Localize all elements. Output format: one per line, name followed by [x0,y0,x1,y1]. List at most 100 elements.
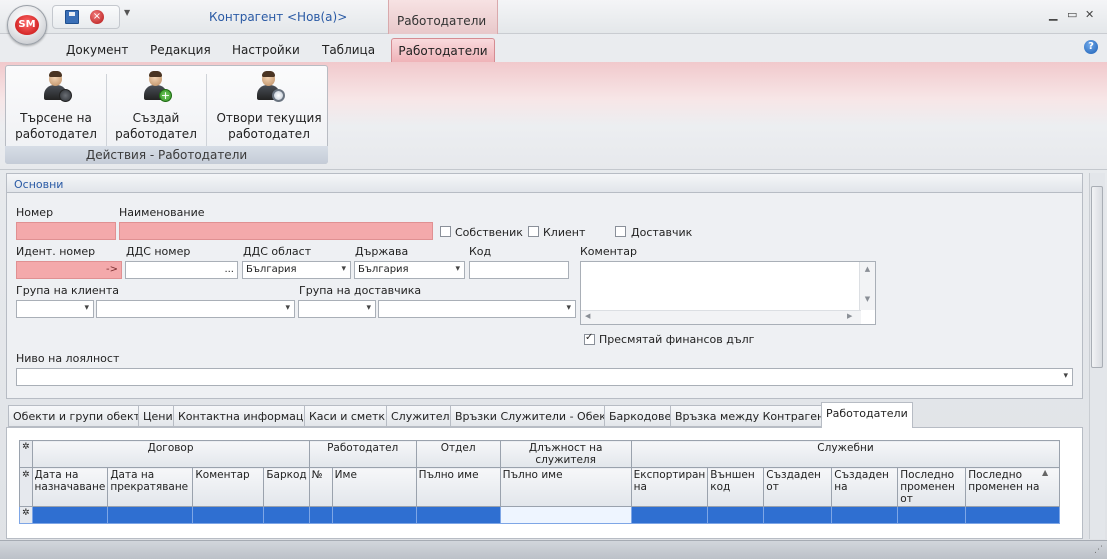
column-header[interactable]: Име [331,467,417,507]
vat-lookup-button[interactable]: ... [224,264,234,275]
table-row[interactable]: ✲ [19,506,1061,524]
tab-objects[interactable]: Обекти и групи обекти [8,405,153,427]
client-checkbox-label: Клиент [543,226,586,239]
vat-number-field[interactable]: ... [125,261,238,279]
loyalty-select[interactable] [16,368,1073,386]
comment-vertical-scrollbar[interactable]: ▲ ▼ [859,262,875,310]
supplier-checkbox-label: Доставчик [631,226,693,239]
scrollbar-thumb[interactable] [1091,186,1103,368]
number-label: Номер [16,206,54,219]
band-header: Работодател [308,440,417,468]
comment-textarea[interactable]: ▲ ▼ ◀ ▶ [580,261,876,325]
add-employer-icon: + [140,70,172,102]
grid-cell[interactable] [965,506,1061,524]
help-icon[interactable]: ? [1084,40,1098,54]
grid-cell[interactable] [707,506,765,524]
button-label: Отвори текущия [216,111,322,125]
grid-cell[interactable] [107,506,194,524]
supplier-group-code-select[interactable] [298,300,376,318]
employers-grid[interactable]: ✲ Договор Работодател Отдел Длъжност на … [19,440,1061,524]
section-title: Основни [6,173,1083,193]
grid-cell[interactable] [331,506,417,524]
name-field[interactable] [119,222,433,240]
ribbon-group-label: Действия - Работодатели [5,146,328,164]
title-bar [0,0,1107,34]
close-icon[interactable]: ✕ [1085,8,1094,21]
search-employer-button[interactable]: Търсене на работодател [12,70,100,142]
country-label: Държава [355,245,409,258]
client-group-code-select[interactable] [16,300,94,318]
country-select[interactable]: България [354,261,465,279]
close-document-icon[interactable]: × [90,10,104,24]
calc-debt-checkbox[interactable] [584,332,595,345]
maximize-icon[interactable]: ▭ [1067,8,1077,21]
separator [106,74,107,146]
tab-document[interactable]: Документ [66,43,128,57]
number-field[interactable] [16,222,116,240]
client-group-label: Група на клиента [16,284,119,297]
resize-grip-icon[interactable]: ⋰ [1094,545,1103,555]
tab-employee-object-links[interactable]: Връзки Служители - Обекти [450,405,625,427]
grid-cell[interactable] [630,506,709,524]
tab-contact-info[interactable]: Контактна информация [173,405,323,427]
band-header: Служебни [630,440,1061,468]
separator [206,74,207,146]
tab-employers[interactable]: Работодатели [391,38,495,62]
column-header[interactable]: Пълно име [499,467,632,507]
grid-cell[interactable] [263,506,310,524]
application-menu-button[interactable]: SM [7,5,47,45]
supplier-group-name-select[interactable] [378,300,576,318]
grid-cell[interactable] [31,506,109,524]
tab-partner-links[interactable]: Връзка между Контрагенти [670,405,843,427]
grid-cell-focused[interactable] [499,506,632,524]
column-header[interactable]: Експортиран на [630,467,709,507]
row-indicator: ✲ [19,467,33,507]
save-icon[interactable] [65,10,79,24]
column-header[interactable]: Коментар [192,467,265,507]
owner-checkbox-label: Собственик [455,226,523,239]
context-tab-group-label: Работодатели [388,0,498,34]
open-employer-icon [253,70,285,102]
ident-arrow-button[interactable]: -> [106,264,118,275]
client-group-name-select[interactable] [96,300,295,318]
grid-cell[interactable] [415,506,501,524]
logo: SM [15,15,39,35]
search-employer-icon [40,70,72,102]
column-header[interactable]: Баркод [263,467,310,507]
column-header[interactable]: Дата на назначаване [31,467,109,507]
grid-cell[interactable] [192,506,265,524]
grid-corner: ✲ [19,440,33,468]
column-header[interactable]: Създаден на [831,467,899,507]
ident-number-field[interactable]: -> [16,261,122,279]
column-header[interactable]: Пълно име [415,467,501,507]
comment-horizontal-scrollbar[interactable]: ◀ ▶ [581,310,861,324]
grid-cell[interactable] [763,506,833,524]
open-current-employer-button[interactable]: Отвори текущия работодател [213,70,325,142]
tab-employers-detail[interactable]: Работодатели [821,402,913,428]
tab-settings[interactable]: Настройки [232,43,300,57]
customize-toolbar-arrow-icon[interactable]: ▼ [124,8,130,17]
column-header[interactable]: Създаден от [763,467,833,507]
button-label: работодател [15,127,97,141]
tab-edit[interactable]: Редакция [150,43,211,57]
tab-prices[interactable]: Цени [138,405,178,427]
code-label: Код [469,245,492,258]
tab-cash-accounts[interactable]: Каси и сметки [304,405,398,427]
client-checkbox[interactable] [528,226,539,237]
column-header[interactable]: Последно променен от [897,467,967,507]
column-header[interactable]: Дата на прекратяване [107,467,194,507]
supplier-checkbox[interactable] [615,226,626,237]
minimize-icon[interactable]: ▁ [1049,8,1057,21]
supplier-group-label: Група на доставчика [299,284,422,297]
code-field[interactable] [469,261,569,279]
vat-region-select[interactable]: България [242,261,351,279]
grid-cell[interactable] [308,506,333,524]
grid-cell[interactable] [897,506,967,524]
create-employer-button[interactable]: + Създай работодател [112,70,200,142]
grid-cell[interactable] [831,506,899,524]
owner-checkbox[interactable] [440,226,451,237]
tab-barcodes[interactable]: Баркодове [604,405,677,427]
tab-table[interactable]: Таблица [322,43,375,57]
column-header[interactable]: Външен код [707,467,765,507]
column-header[interactable]: № [308,467,333,507]
